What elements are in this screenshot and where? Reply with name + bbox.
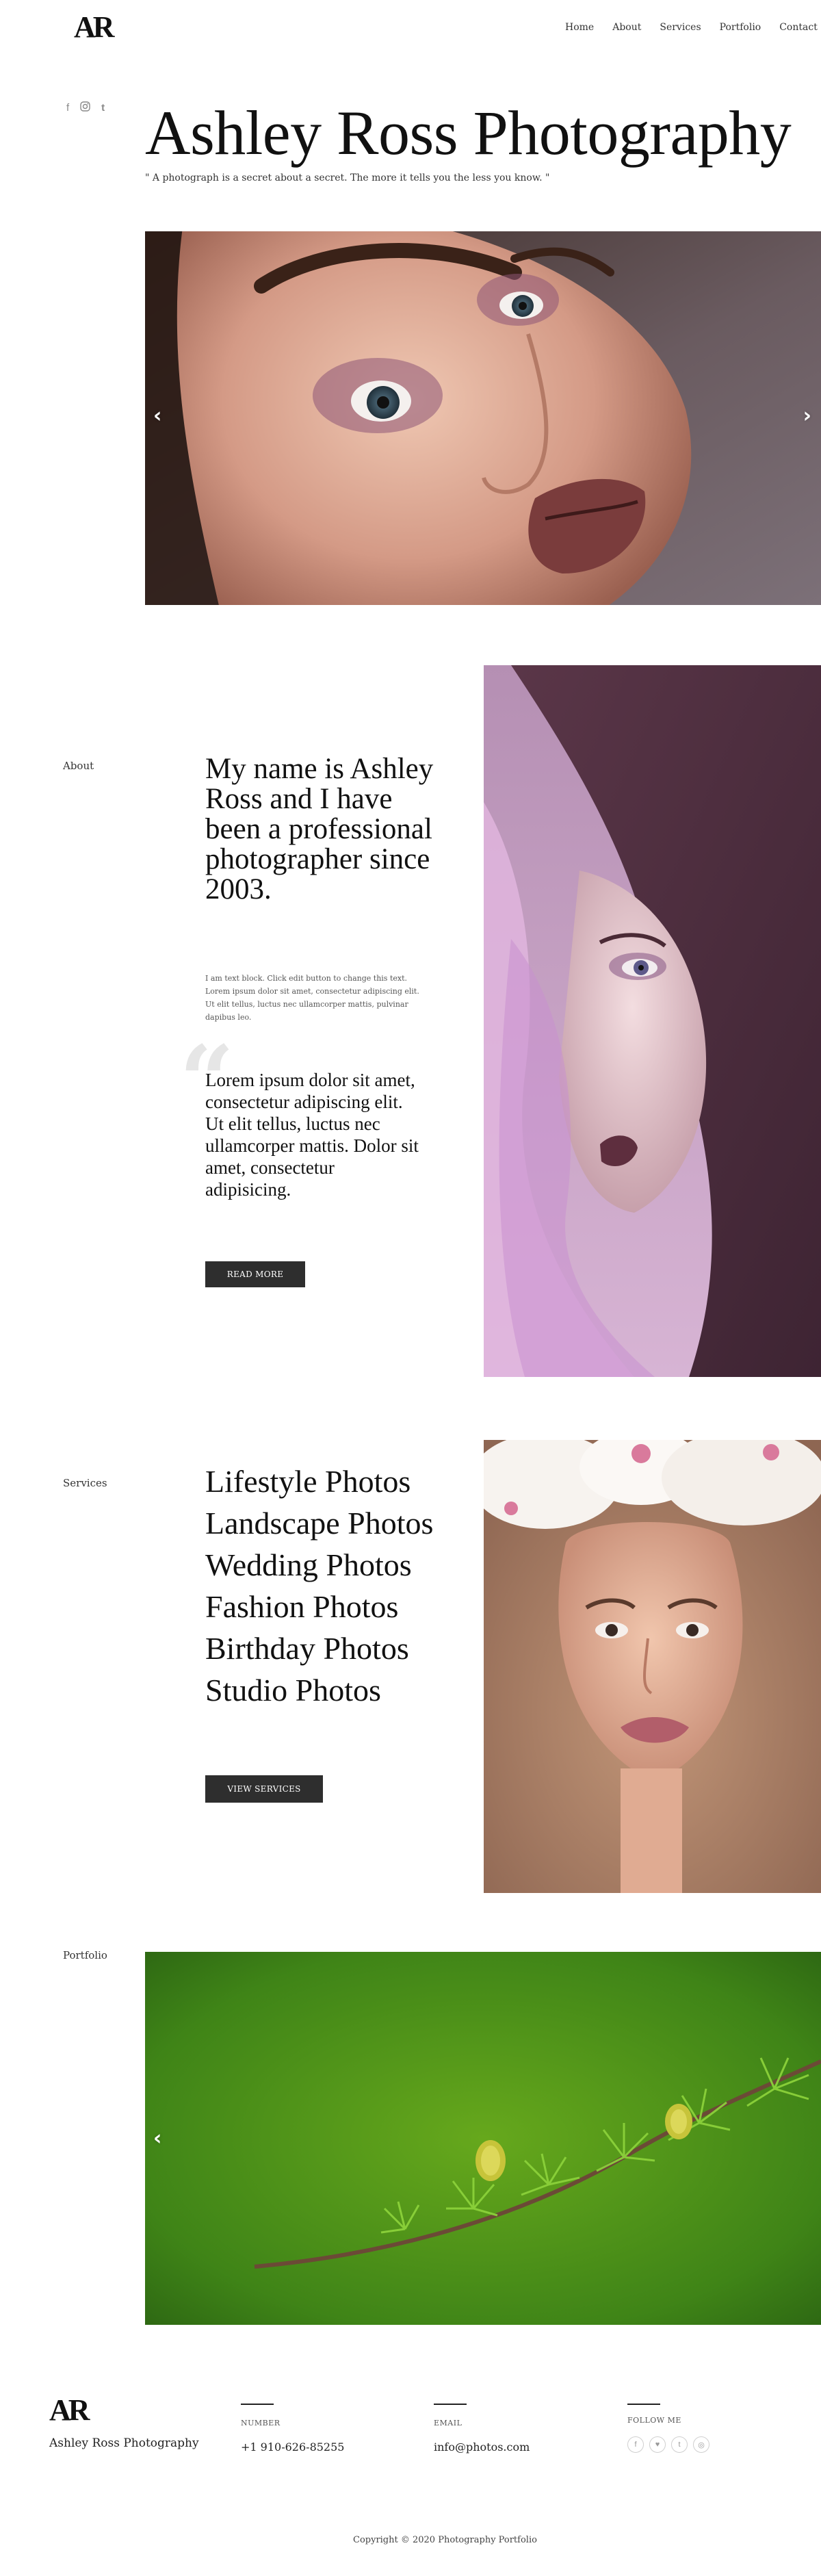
hero-quote: " A photograph is a secret about a secre… — [145, 172, 550, 183]
tumblr-icon[interactable]: t — [101, 103, 105, 113]
read-more-button[interactable]: READ MORE — [205, 1261, 305, 1287]
about-quote: Lorem ipsum dolor sit amet, consectetur … — [205, 1070, 419, 1200]
services-portrait-image — [484, 1440, 821, 1893]
instagram-icon[interactable]: ◎ — [693, 2436, 709, 2453]
instagram-icon[interactable] — [80, 101, 90, 114]
site-logo[interactable]: AR — [74, 12, 115, 42]
footer-phone[interactable]: +1 910-626-85255 — [241, 2440, 344, 2453]
footer-follow-label: FOLLOW ME — [627, 2416, 681, 2425]
nav-services[interactable]: Services — [660, 22, 701, 33]
view-services-button[interactable]: VIEW SERVICES — [205, 1775, 323, 1803]
nav-contact[interactable]: Contact — [779, 22, 818, 33]
service-item: Wedding Photos — [205, 1547, 412, 1582]
portfolio-label: Portfolio — [63, 1949, 107, 1961]
hero-next-arrow[interactable]: › — [803, 406, 811, 426]
footer-social-links: f ♥ t ◎ — [627, 2436, 709, 2453]
social-links: f t — [66, 101, 105, 114]
service-item: Birthday Photos — [205, 1631, 409, 1666]
twitter-icon[interactable]: ♥ — [649, 2436, 666, 2453]
hero-portrait-image — [145, 231, 821, 605]
service-item: Fashion Photos — [205, 1589, 399, 1624]
hero-slider: ‹ › — [145, 231, 821, 605]
copyright-text: Copyright © 2020 Photography Portfolio — [353, 2535, 537, 2545]
about-heading: My name is Ashley Ross and I have been a… — [205, 753, 434, 905]
about-label: About — [63, 760, 94, 772]
services-label: Services — [63, 1477, 107, 1489]
service-item: Lifestyle Photos — [205, 1464, 411, 1499]
main-nav: Home About Services Portfolio Contact — [565, 22, 818, 33]
nav-home[interactable]: Home — [565, 22, 594, 33]
footer-site-name: Ashley Ross Photography — [49, 2436, 199, 2450]
footer-email-label: EMAIL — [434, 2419, 462, 2427]
about-body-text: I am text block. Click edit button to ch… — [205, 974, 419, 1022]
footer-divider — [241, 2404, 274, 2405]
nav-about[interactable]: About — [612, 22, 641, 33]
portfolio-slider: ‹ — [145, 1952, 821, 2325]
facebook-icon[interactable]: f — [627, 2436, 644, 2453]
footer-logo[interactable]: AR — [49, 2395, 90, 2425]
portfolio-branch-image — [145, 1952, 821, 2325]
service-item: Studio Photos — [205, 1673, 381, 1708]
page-title: Ashley Ross Photography — [145, 98, 792, 168]
footer-email[interactable]: info@photos.com — [434, 2440, 530, 2453]
footer-divider — [434, 2404, 467, 2405]
portfolio-prev-arrow[interactable]: ‹ — [153, 2128, 161, 2149]
footer-divider — [627, 2404, 660, 2405]
nav-portfolio[interactable]: Portfolio — [720, 22, 761, 33]
tumblr-icon[interactable]: t — [671, 2436, 688, 2453]
about-portrait-image — [484, 665, 821, 1377]
services-image — [484, 1440, 821, 1893]
footer-number-label: NUMBER — [241, 2419, 281, 2427]
service-item: Landscape Photos — [205, 1506, 434, 1541]
services-list: Lifestyle Photos Landscape Photos Weddin… — [205, 1465, 452, 1715]
facebook-icon[interactable]: f — [66, 103, 69, 113]
about-image — [484, 665, 821, 1377]
hero-prev-arrow[interactable]: ‹ — [153, 406, 161, 426]
